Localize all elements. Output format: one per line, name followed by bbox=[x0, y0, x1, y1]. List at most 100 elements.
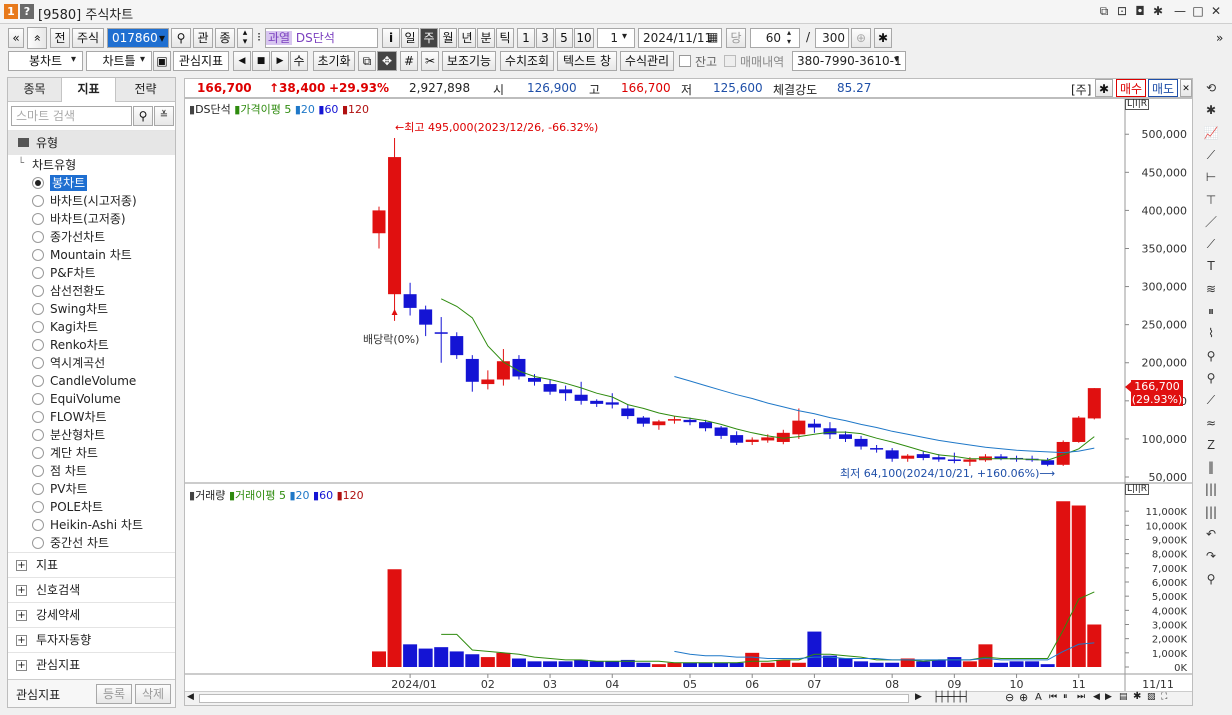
chart-type-label[interactable]: POLE차트 bbox=[50, 499, 103, 515]
chart-type-radio[interactable] bbox=[32, 339, 44, 351]
chart-type-label[interactable]: Kagi차트 bbox=[50, 319, 98, 335]
play-icon[interactable]: ▶ bbox=[271, 51, 289, 71]
chart-type-radio[interactable] bbox=[32, 429, 44, 441]
balance-checkbox[interactable] bbox=[679, 55, 691, 67]
chart-type-label[interactable]: 역시계곡선 bbox=[50, 355, 105, 371]
refresh-icon[interactable]: ⟲ bbox=[1202, 79, 1220, 97]
last-icon[interactable]: ⏭ bbox=[1077, 692, 1085, 702]
line-icon[interactable]: ／ bbox=[1202, 213, 1220, 231]
chevron-down-icon[interactable]: ▾ bbox=[71, 54, 76, 65]
sell-button[interactable]: 매도 bbox=[1148, 79, 1178, 97]
zoom-in-icon[interactable]: ⊕ bbox=[1019, 691, 1028, 704]
trade-history-checkbox[interactable] bbox=[724, 55, 736, 67]
settings-icon[interactable]: ✱ bbox=[1150, 3, 1166, 19]
max-count-input[interactable]: 300 bbox=[815, 28, 849, 48]
pause-icon[interactable]: ⏸ bbox=[1063, 692, 1068, 702]
undo-icon[interactable]: ↶ bbox=[1202, 525, 1220, 543]
zoom-in-icon[interactable]: ⊕ bbox=[851, 28, 871, 48]
text-window-button[interactable]: 텍스트 창 bbox=[557, 51, 617, 71]
period-tick-button[interactable]: 틱 bbox=[496, 28, 514, 48]
all-button[interactable]: 전 bbox=[50, 28, 70, 48]
grid-lines-icon[interactable]: ||| bbox=[1202, 503, 1220, 521]
tab-strategy[interactable]: 전략 bbox=[116, 78, 175, 102]
split-icon[interactable]: ▤ bbox=[1119, 692, 1128, 702]
chart-type-label[interactable]: 점 차트 bbox=[50, 463, 87, 479]
zoom-out-icon[interactable]: ⊖ bbox=[1005, 691, 1014, 704]
chart-type-radio[interactable] bbox=[32, 321, 44, 333]
account-select[interactable]: 380-7990-3610-1 bbox=[792, 51, 906, 71]
chart-type-label[interactable]: 바차트(시고저종) bbox=[50, 193, 137, 209]
chart-type-radio[interactable] bbox=[32, 519, 44, 531]
collapse-icon[interactable]: ≚ bbox=[154, 106, 174, 126]
interval-1-button[interactable]: 1 bbox=[517, 28, 535, 48]
chart-type-radio[interactable] bbox=[32, 195, 44, 207]
type-section-header[interactable]: 유형 bbox=[8, 130, 175, 155]
fan-icon[interactable]: ⟋ bbox=[1202, 391, 1220, 409]
period-minute-button[interactable]: 분 bbox=[477, 28, 495, 48]
chart-type-radio[interactable] bbox=[32, 393, 44, 405]
group-favorite-indicator[interactable]: + 관심지표 bbox=[8, 652, 175, 677]
window-icon[interactable]: ⧉ bbox=[358, 51, 376, 71]
stock-kind-button[interactable]: 종 bbox=[215, 28, 235, 48]
calendar-icon[interactable]: ▦ bbox=[707, 30, 718, 44]
buy-button[interactable]: 매수 bbox=[1116, 79, 1146, 97]
chart-type-label[interactable]: Swing차트 bbox=[50, 301, 108, 317]
expand-right-icon[interactable]: » bbox=[1216, 31, 1223, 45]
interval-5-button[interactable]: 5 bbox=[555, 28, 573, 48]
chart-type-label[interactable]: CandleVolume bbox=[50, 373, 136, 389]
chevron-down-icon[interactable]: ▾ bbox=[140, 54, 145, 65]
scroll-right-icon[interactable]: ▶ bbox=[915, 692, 922, 702]
watchlist-button[interactable]: 관 bbox=[193, 28, 213, 48]
fullscreen-icon[interactable]: ⛶ bbox=[1161, 692, 1167, 702]
scale-toggle[interactable]: L|I|R bbox=[1125, 99, 1149, 110]
tab-indicator[interactable]: 지표 bbox=[62, 78, 116, 102]
prev-icon[interactable]: ◀ bbox=[1093, 692, 1100, 702]
trend-line-icon[interactable]: ⟋ bbox=[1202, 146, 1220, 164]
gear-icon[interactable]: ✱ bbox=[1095, 79, 1113, 97]
magnify-icon[interactable]: ⚲ bbox=[1202, 570, 1220, 588]
zoom-data-icon[interactable]: ⚲ bbox=[1202, 369, 1220, 387]
redo-icon[interactable]: ↷ bbox=[1202, 547, 1220, 565]
maximize-icon[interactable]: □ bbox=[1190, 3, 1206, 19]
gann-icon[interactable]: Ｚ bbox=[1202, 436, 1220, 454]
search-icon[interactable]: ⚲ bbox=[171, 28, 191, 48]
chart-type-label[interactable]: FLOW차트 bbox=[50, 409, 107, 425]
period-week-button[interactable]: 주 bbox=[420, 28, 438, 48]
chart-type-label[interactable]: 삼선전환도 bbox=[50, 283, 105, 299]
group-signal-search[interactable]: + 신호검색 bbox=[8, 577, 175, 602]
reset-button[interactable]: 초기화 bbox=[313, 51, 355, 71]
horizontal-line-icon[interactable]: ⊢ bbox=[1202, 168, 1220, 186]
chart-icon[interactable]: 📈 bbox=[1202, 124, 1220, 142]
chart-type-label[interactable]: 종가선차트 bbox=[50, 229, 105, 245]
chart-type-label[interactable]: PV차트 bbox=[50, 481, 88, 497]
gear-icon[interactable]: ✱ bbox=[1133, 691, 1141, 702]
chart-type-label[interactable]: 봉차트 bbox=[50, 175, 88, 191]
image-icon[interactable]: ▧ bbox=[1147, 692, 1156, 702]
gear-icon[interactable]: ✱ bbox=[874, 28, 892, 48]
wave-icon[interactable]: ≈ bbox=[1202, 414, 1220, 432]
grid-icon[interactable]: # bbox=[400, 51, 418, 71]
scissors-icon[interactable]: ✂ bbox=[421, 51, 439, 71]
chart-type-root[interactable]: 차트유형 bbox=[32, 156, 76, 173]
interval-10-button[interactable]: 10 bbox=[574, 28, 594, 48]
chart-type-radio[interactable] bbox=[32, 231, 44, 243]
chart-type-radio[interactable] bbox=[32, 285, 44, 297]
help-icon[interactable]: ? bbox=[20, 4, 34, 19]
aux-function-button[interactable]: 보조기능 bbox=[442, 51, 496, 71]
chevron-down-icon[interactable]: ▾ bbox=[894, 54, 899, 65]
tab-stock[interactable]: 종목 bbox=[8, 78, 62, 102]
close-icon[interactable]: ✕ bbox=[1208, 3, 1224, 19]
stepper-icon[interactable]: ▴ ▾ bbox=[237, 28, 253, 48]
chart-type-label[interactable]: 계단 차트 bbox=[50, 445, 98, 461]
volume-scale-toggle[interactable]: L|I|R bbox=[1125, 484, 1149, 495]
play-back-icon[interactable]: ◀ bbox=[233, 51, 251, 71]
chart-type-radio[interactable] bbox=[32, 483, 44, 495]
period-day-button[interactable]: 일 bbox=[401, 28, 419, 48]
period-month-button[interactable]: 월 bbox=[439, 28, 457, 48]
chart-area[interactable]: 500,000 450,000 400,000 350,000 300,000 250,0… bbox=[184, 98, 1193, 706]
first-icon[interactable]: ⏮ bbox=[1049, 692, 1057, 702]
group-indicator[interactable]: + 지표 bbox=[8, 552, 175, 577]
columns-icon[interactable]: ||| bbox=[1202, 480, 1220, 498]
vertical-line-icon[interactable]: ⊤ bbox=[1202, 191, 1220, 209]
stop-icon[interactable]: ■ bbox=[252, 51, 270, 71]
